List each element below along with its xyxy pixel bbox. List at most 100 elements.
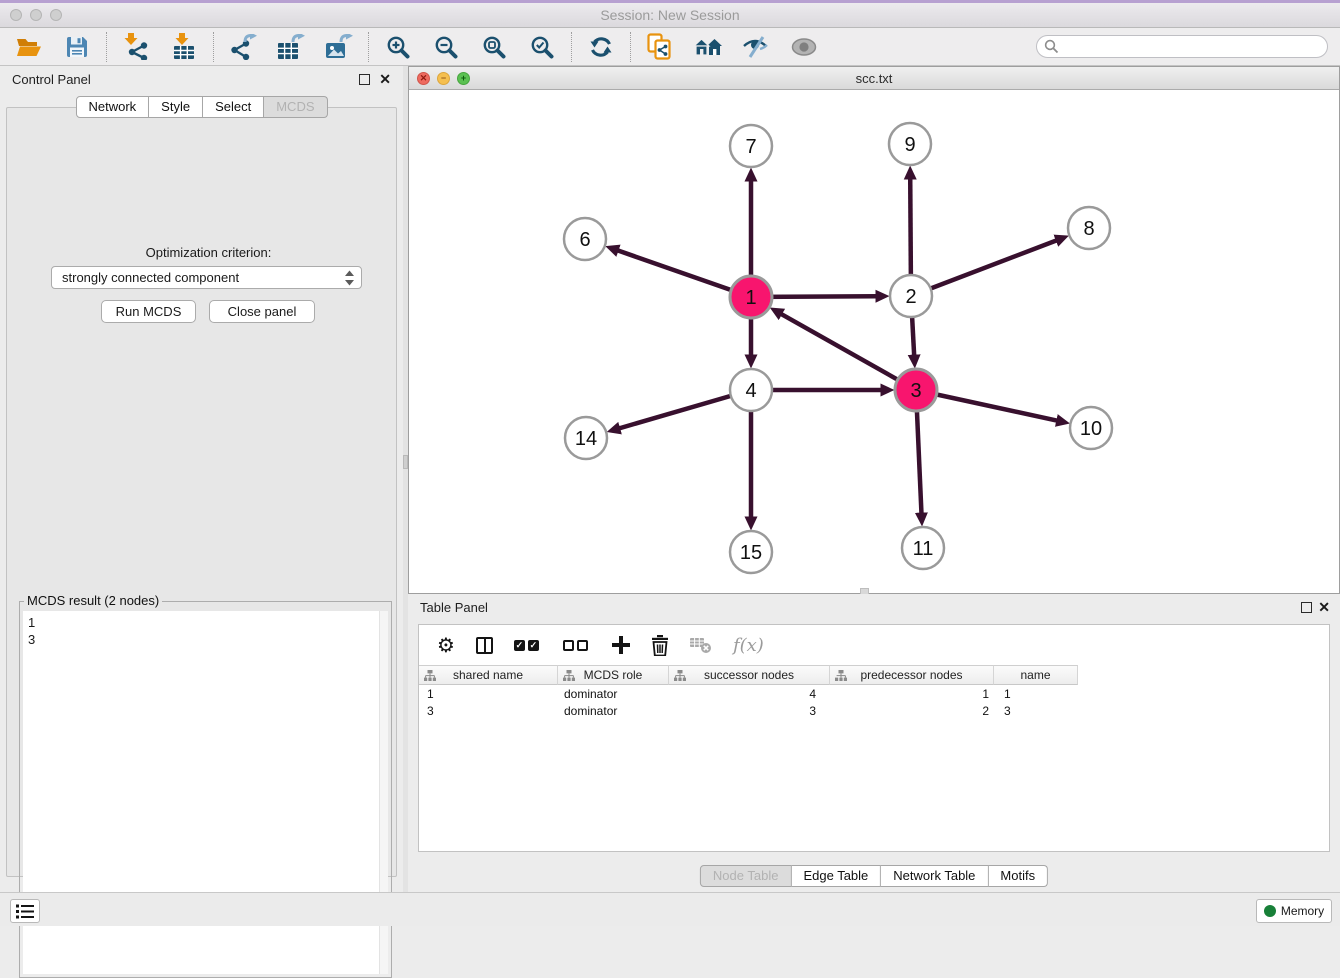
float-table-panel-icon[interactable] xyxy=(1301,602,1312,613)
delete-column-icon[interactable] xyxy=(651,635,669,656)
graph-node-label-2: 2 xyxy=(905,286,916,308)
select-all-icon[interactable]: ✓✓ xyxy=(514,640,542,651)
table-panel-header: Table Panel ✕ xyxy=(408,594,1340,620)
node-table-row[interactable]: 3dominator323 xyxy=(419,702,1329,719)
graph-node-label-10: 10 xyxy=(1080,418,1102,440)
node-table-cell: 4 xyxy=(669,685,830,702)
memory-button[interactable]: Memory xyxy=(1256,899,1332,923)
search-icon xyxy=(1044,39,1059,59)
float-panel-icon[interactable] xyxy=(359,74,370,85)
import-network-icon[interactable] xyxy=(122,33,150,61)
tab-network-table[interactable]: Network Table xyxy=(881,865,988,887)
control-panel-tabs: Network Style Select MCDS xyxy=(75,96,327,118)
zoom-selected-icon[interactable] xyxy=(528,33,556,61)
node-table-container: ⚙ ✓✓ xyxy=(418,624,1330,852)
save-session-icon[interactable] xyxy=(63,33,91,61)
export-table-icon[interactable] xyxy=(277,33,305,61)
deselect-all-icon[interactable] xyxy=(563,640,591,651)
optimization-criterion-label: Optimization criterion: xyxy=(7,245,410,260)
tab-select[interactable]: Select xyxy=(203,96,264,118)
search-field[interactable] xyxy=(1036,35,1328,58)
zoom-fit-content-icon[interactable] xyxy=(480,33,508,61)
graph-node-label-6: 6 xyxy=(579,229,590,251)
node-table-cell: dominator xyxy=(558,685,669,702)
list-icon xyxy=(16,904,34,919)
node-table-cell: 2 xyxy=(830,702,994,719)
column-header-predecessor-nodes[interactable]: predecessor nodes xyxy=(830,665,994,685)
tab-network[interactable]: Network xyxy=(75,96,149,118)
export-image-icon[interactable] xyxy=(325,33,353,61)
graph-node-label-9: 9 xyxy=(904,134,915,156)
table-panel-tabs: Node Table Edge Table Network Table Moti… xyxy=(700,865,1048,887)
task-history-button[interactable] xyxy=(10,899,40,923)
run-mcds-button[interactable]: Run MCDS xyxy=(101,300,196,323)
export-network-icon[interactable] xyxy=(229,33,257,61)
node-table-cell: 3 xyxy=(669,702,830,719)
control-panel-header: Control Panel ✕ xyxy=(0,66,403,92)
table-panel-title: Table Panel xyxy=(420,600,488,615)
clone-network-icon[interactable] xyxy=(646,33,674,61)
graph-node-label-15: 15 xyxy=(740,542,762,564)
delete-table-icon[interactable] xyxy=(690,636,712,654)
tab-motifs[interactable]: Motifs xyxy=(988,865,1048,887)
control-panel: Control Panel ✕ Optimization criterion: … xyxy=(0,66,403,892)
mcds-panel: Optimization criterion: strongly connect… xyxy=(6,107,397,877)
show-column-panel-icon[interactable] xyxy=(476,637,493,654)
criterion-value: strongly connected component xyxy=(62,270,239,285)
graph-node-label-4: 4 xyxy=(745,380,756,402)
graph-node-label-3: 3 xyxy=(910,380,921,402)
add-column-icon[interactable] xyxy=(612,636,630,654)
graph-node-label-1: 1 xyxy=(745,287,756,309)
column-header-successor-nodes[interactable]: successor nodes xyxy=(669,665,830,685)
node-table-cell: 1 xyxy=(419,685,558,702)
node-table-cell: 3 xyxy=(419,702,558,719)
column-header-name[interactable]: name xyxy=(994,665,1078,685)
tab-edge-table[interactable]: Edge Table xyxy=(791,865,881,887)
column-header-shared-name[interactable]: shared name xyxy=(419,665,558,685)
refresh-network-icon[interactable] xyxy=(587,33,615,61)
table-toolbar: ⚙ ✓✓ xyxy=(419,625,1329,665)
zoom-in-icon[interactable] xyxy=(384,33,412,61)
graph-node-label-14: 14 xyxy=(575,428,597,450)
app-titlebar: Session: New Session xyxy=(0,3,1340,28)
graph-node-label-7: 7 xyxy=(745,136,756,158)
network-view-window: ✕ − + scc.txt 7 9 6 8 1 2 4 3 14 10 15 11 xyxy=(408,66,1340,594)
criterion-dropdown[interactable]: strongly connected component xyxy=(51,266,362,289)
graph-edge-3-1[interactable] xyxy=(781,314,916,390)
node-table-row[interactable]: 1dominator411 xyxy=(419,685,1329,702)
show-graphics-details-icon[interactable] xyxy=(790,33,818,61)
network-canvas[interactable]: 7 9 6 8 1 2 4 3 14 10 15 11 xyxy=(409,90,1339,593)
table-settings-icon[interactable]: ⚙ xyxy=(437,633,455,657)
node-table-cell: 3 xyxy=(994,702,1078,719)
zoom-out-icon[interactable] xyxy=(432,33,460,61)
node-table-cell: dominator xyxy=(558,702,669,719)
network-overview-icon[interactable] xyxy=(694,33,722,61)
node-table: shared name MCDS role successor nodes pr… xyxy=(419,665,1329,719)
memory-status-icon xyxy=(1264,905,1276,917)
open-session-icon[interactable] xyxy=(15,33,43,61)
node-table-cell: 1 xyxy=(830,685,994,702)
hide-graphics-details-icon[interactable] xyxy=(742,33,770,61)
node-table-header-row: shared name MCDS role successor nodes pr… xyxy=(419,665,1329,685)
tab-mcds[interactable]: MCDS xyxy=(264,96,327,118)
close-mcds-panel-button[interactable]: Close panel xyxy=(209,300,315,323)
main-toolbar xyxy=(0,28,1340,66)
graph-node-label-11: 11 xyxy=(913,538,934,560)
column-header-mcds-role[interactable]: MCDS role xyxy=(558,665,669,685)
network-window-titlebar[interactable]: ✕ − + scc.txt xyxy=(409,67,1339,90)
control-panel-title: Control Panel xyxy=(12,72,91,87)
close-panel-icon[interactable]: ✕ xyxy=(379,71,391,87)
network-window-title: scc.txt xyxy=(409,71,1339,86)
memory-label: Memory xyxy=(1281,904,1324,918)
tab-node-table[interactable]: Node Table xyxy=(700,865,792,887)
graph-node-label-8: 8 xyxy=(1083,218,1094,240)
close-table-panel-icon[interactable]: ✕ xyxy=(1318,599,1330,615)
node-table-cell: 1 xyxy=(994,685,1078,702)
search-input[interactable] xyxy=(1036,35,1328,58)
graph-edge-2-8[interactable] xyxy=(911,240,1056,296)
mcds-result-title: MCDS result (2 nodes) xyxy=(24,593,162,608)
import-table-icon[interactable] xyxy=(170,33,198,61)
tab-style[interactable]: Style xyxy=(149,96,203,118)
function-builder-icon[interactable]: f(x) xyxy=(733,635,764,656)
session-title: Session: New Session xyxy=(0,7,1340,23)
